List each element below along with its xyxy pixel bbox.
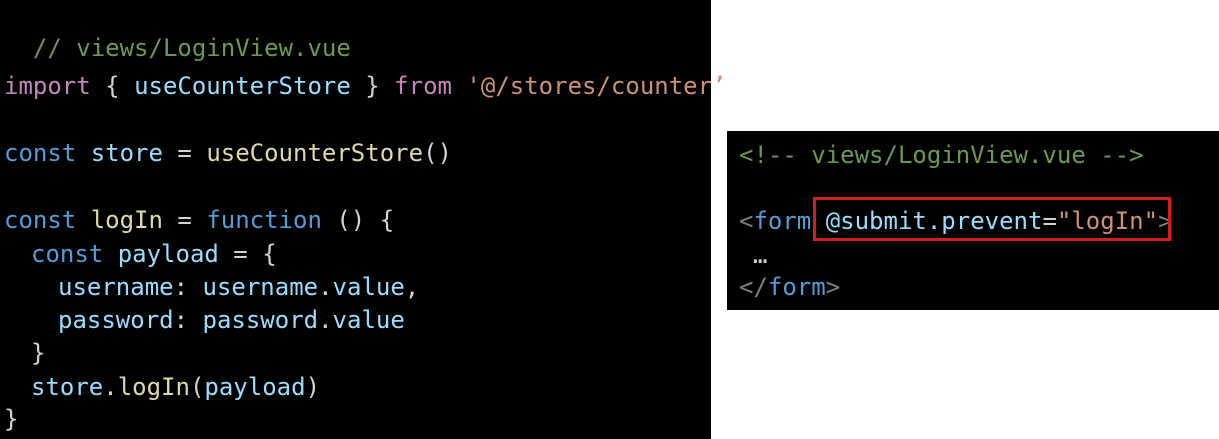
comma: , <box>404 273 420 301</box>
operator-equals: = <box>162 139 207 167</box>
variable-payload: payload <box>117 240 219 268</box>
object-ref: password <box>202 306 319 334</box>
code-line-const-login: const logIn = function () { <box>4 206 394 234</box>
ellipsis-line: … <box>753 241 767 269</box>
keyword-const: const <box>4 206 77 234</box>
brace-close: } <box>350 72 380 100</box>
form-close-line: </form> <box>739 273 840 301</box>
code-line-username: username: username.value, <box>58 273 419 301</box>
code-line-password: password: password.value <box>58 306 405 334</box>
dot: . <box>103 373 118 401</box>
ellipsis: … <box>753 241 768 269</box>
dot: . <box>318 306 333 334</box>
code-line-comment: // views/LoginView.vue <box>4 6 351 62</box>
import-path-string: '@/stores/counter’ <box>466 72 727 100</box>
code-line-import: import { useCounterStore } from '@/store… <box>4 72 727 100</box>
tag-bracket: < <box>739 207 754 235</box>
variable-login: logIn <box>90 206 163 234</box>
property: value <box>332 306 405 334</box>
paren-open: ( <box>189 373 205 401</box>
tag-bracket: > <box>825 273 841 301</box>
argument-payload: payload <box>204 373 306 401</box>
keyword-from: from <box>394 72 452 100</box>
tag-bracket: </ <box>739 273 768 301</box>
method-login: logIn <box>117 373 190 401</box>
brace-open: { <box>105 72 135 100</box>
code-line-store-login: store.logIn(payload) <box>31 373 320 401</box>
object-ref: username <box>202 273 319 301</box>
tag-name-form: form <box>753 207 812 235</box>
object-open: = { <box>218 240 277 268</box>
code-line-close-object: } <box>31 339 45 367</box>
colon: : <box>173 273 203 301</box>
highlight-box <box>813 197 1171 241</box>
html-comment-line: <!-- views/LoginView.vue --> <box>739 141 1144 169</box>
code-line-close-function: } <box>4 405 18 433</box>
property: value <box>332 273 405 301</box>
object-store: store <box>31 373 104 401</box>
function-call: useCounterStore <box>206 139 424 167</box>
operator-equals: = <box>162 206 207 234</box>
object-key: username <box>58 273 174 301</box>
paren-close: ) <box>305 373 321 401</box>
brace-close: } <box>4 405 19 433</box>
function-signature: () { <box>321 206 395 234</box>
call-parens: () <box>423 139 452 167</box>
keyword-const: const <box>4 139 77 167</box>
brace-close: } <box>31 339 46 367</box>
code-line-const-payload: const payload = { <box>31 240 277 268</box>
import-identifier: useCounterStore <box>134 72 351 100</box>
dot: . <box>318 273 333 301</box>
colon: : <box>173 306 203 334</box>
variable-store: store <box>90 139 163 167</box>
code-comment: // views/LoginView.vue <box>32 34 351 62</box>
code-line-const-store: const store = useCounterStore() <box>4 139 452 167</box>
object-key: password <box>58 306 174 334</box>
tag-name-form: form <box>767 273 826 301</box>
keyword-const: const <box>31 240 104 268</box>
html-comment: <!-- views/LoginView.vue --> <box>739 141 1144 169</box>
keyword-function: function <box>206 206 322 234</box>
keyword-import: import <box>4 72 91 100</box>
